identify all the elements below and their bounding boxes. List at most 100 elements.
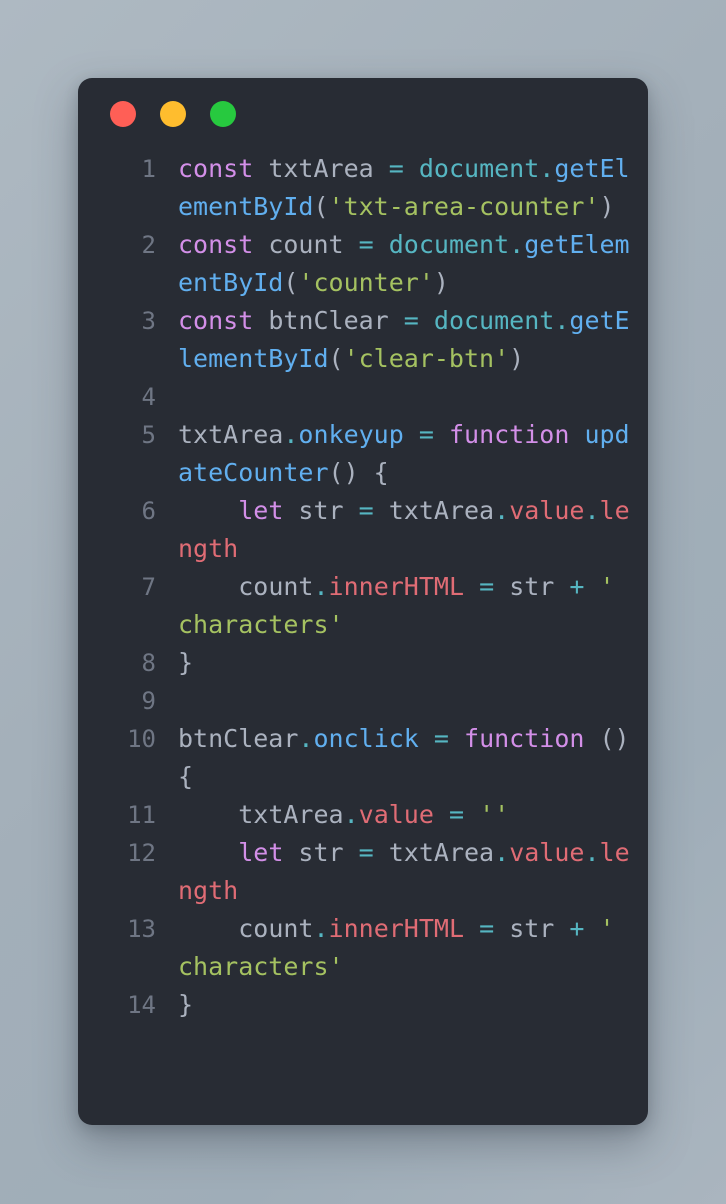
code-token: =: [433, 724, 449, 753]
code-line-text[interactable]: let str = txtArea.value.length: [178, 492, 648, 568]
code-line[interactable]: 8}: [78, 644, 648, 682]
code-line[interactable]: 6 let str = txtArea.value.length: [78, 492, 648, 568]
line-number: 7: [141, 573, 156, 601]
code-token: count: [253, 230, 359, 259]
code-token: str: [283, 496, 359, 525]
code-token: function: [448, 420, 570, 449]
code-token: let: [238, 838, 284, 867]
code-line[interactable]: 10 btnClear.onclick = function (){: [78, 720, 648, 796]
code-line-text[interactable]: btnClear.onclick = function (){: [178, 720, 648, 796]
code-token: +: [569, 914, 585, 943]
code-line[interactable]: 12 let str = txtArea.value.length: [78, 834, 648, 910]
code-token: let: [238, 496, 284, 525]
code-token: const: [178, 154, 254, 183]
maximize-window-button[interactable]: [210, 101, 236, 127]
code-token: .: [313, 572, 329, 601]
code-token: ): [433, 268, 449, 297]
code-line-text[interactable]: txtArea.value = '': [178, 796, 648, 834]
code-token: txtArea: [373, 838, 495, 867]
code-token: innerHTML: [328, 914, 465, 943]
code-line[interactable]: 9: [78, 682, 648, 720]
code-line-text[interactable]: count.innerHTML = str + ' characters': [178, 910, 648, 986]
code-token: str: [494, 914, 570, 943]
code-line-text[interactable]: txtArea.onkeyup = function updateCounter…: [178, 416, 648, 492]
code-line-text[interactable]: }: [178, 644, 648, 682]
code-token: innerHTML: [328, 572, 465, 601]
code-token: =: [418, 420, 434, 449]
code-line-text[interactable]: count.innerHTML = str + ' characters': [178, 568, 648, 644]
code-token: count: [178, 572, 314, 601]
code-line-text[interactable]: const btnClear = document.getElementById…: [178, 302, 648, 378]
code-token: .: [298, 724, 314, 753]
line-number: 14: [127, 991, 156, 1019]
line-number: 13: [127, 915, 156, 943]
code-token: onkeyup: [298, 420, 404, 449]
code-token: txtArea: [178, 420, 284, 449]
code-line-text[interactable]: [178, 378, 648, 416]
code-line[interactable]: 13 count.innerHTML = str + ' characters': [78, 910, 648, 986]
code-token: ): [599, 192, 615, 221]
code-token: document: [418, 154, 540, 183]
code-line[interactable]: 5 txtArea.onkeyup = function updateCounte…: [78, 416, 648, 492]
code-token: .: [283, 420, 299, 449]
code-token: function: [464, 724, 585, 753]
line-number: 8: [141, 649, 156, 677]
code-token: '': [479, 800, 510, 829]
line-number: 3: [141, 307, 156, 335]
code-token: }: [178, 648, 194, 677]
minimize-window-button[interactable]: [160, 101, 186, 127]
line-number: 4: [141, 383, 156, 411]
code-line[interactable]: 4: [78, 378, 648, 416]
code-line[interactable]: 1 const txtArea = document.getElementById…: [78, 150, 648, 226]
line-number: 9: [141, 687, 156, 715]
code-window: 1 const txtArea = document.getElementById…: [78, 78, 648, 1125]
line-number: 2: [141, 231, 156, 259]
code-token: const: [178, 306, 254, 335]
code-token: .: [539, 154, 555, 183]
code-token: str: [283, 838, 359, 867]
code-token: (: [283, 268, 299, 297]
code-line-text[interactable]: const count = document.getElementById('c…: [178, 226, 648, 302]
line-number: 6: [141, 497, 156, 525]
code-line[interactable]: 14}: [78, 986, 648, 1024]
code-line-text[interactable]: const txtArea = document.getElementById(…: [178, 150, 648, 226]
code-token: .: [509, 230, 525, 259]
code-token: txtArea: [253, 154, 389, 183]
code-line-text[interactable]: }: [178, 986, 648, 1024]
code-token: =: [358, 496, 374, 525]
code-token: =: [403, 306, 419, 335]
code-line[interactable]: 2 const count = document.getElementById('…: [78, 226, 648, 302]
code-token: .: [494, 496, 510, 525]
code-line[interactable]: 7 count.innerHTML = str + ' characters': [78, 568, 648, 644]
code-token: 'counter': [298, 268, 434, 297]
code-token: (: [313, 192, 329, 221]
code-token: btnClear: [178, 724, 299, 753]
code-token: +: [569, 572, 585, 601]
code-line[interactable]: 11 txtArea.value = '': [78, 796, 648, 834]
code-token: document: [433, 306, 555, 335]
code-token: .: [584, 838, 600, 867]
code-editor[interactable]: 1 const txtArea = document.getElementById…: [78, 150, 648, 1048]
close-window-button[interactable]: [110, 101, 136, 127]
code-token: document: [388, 230, 510, 259]
line-number: 1: [141, 155, 156, 183]
code-line-text[interactable]: let str = txtArea.value.length: [178, 834, 648, 910]
code-token: =: [358, 838, 374, 867]
code-token: .: [554, 306, 570, 335]
code-token: .: [494, 838, 510, 867]
code-line[interactable]: 3 const btnClear = document.getElementByI…: [78, 302, 648, 378]
code-line-text[interactable]: [178, 682, 648, 720]
code-token: =: [388, 154, 404, 183]
